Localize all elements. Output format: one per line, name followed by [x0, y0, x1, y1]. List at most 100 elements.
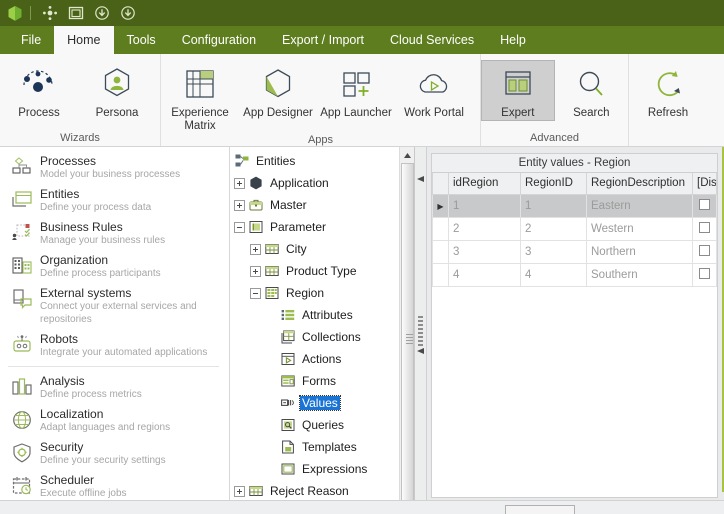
window-layout-icon[interactable]	[63, 3, 89, 23]
ribbon-button-work-portal[interactable]: Work Portal	[395, 60, 473, 120]
cell-regionid[interactable]: 4	[520, 262, 587, 287]
tree-expand-icon[interactable]	[234, 177, 245, 189]
ribbon-button-persona[interactable]: Persona	[78, 60, 156, 120]
ribbon-button-app-designer[interactable]: App Designer	[239, 60, 317, 120]
ribbon-button-process[interactable]: Process	[0, 60, 78, 120]
sidebar-item-title: Robots	[40, 332, 79, 346]
sidebar-item-business-rules[interactable]: Business Rules Manage your business rules	[0, 217, 229, 250]
cell-regiondescription[interactable]: Western	[586, 216, 693, 241]
import-icon[interactable]	[115, 3, 141, 23]
table-row[interactable]: 3 3 Northern	[432, 239, 717, 264]
cell-idregion[interactable]: 3	[448, 239, 521, 264]
disabled-checkbox[interactable]	[699, 221, 710, 233]
cell-regionid[interactable]: 2	[520, 216, 587, 241]
cell-disabled[interactable]	[692, 239, 717, 264]
scroll-up-arrow-icon[interactable]	[399, 147, 414, 163]
sidebar-item-organization[interactable]: Organization Define process participants	[0, 250, 229, 283]
splitter-collapse-down-icon[interactable]	[417, 347, 424, 356]
cell-regiondescription[interactable]: Southern	[586, 262, 693, 287]
cell-idregion[interactable]: 4	[448, 262, 521, 287]
column-header-idregion[interactable]: idRegion	[448, 173, 521, 195]
tree-node-parameter[interactable]: Parameter	[230, 216, 399, 238]
tree-node-templates[interactable]: Templates	[230, 436, 399, 458]
scrollbar-track[interactable]	[399, 163, 414, 514]
ribbon-button-expert[interactable]: Expert	[481, 60, 555, 121]
tree-collapse-icon[interactable]	[250, 287, 261, 299]
cell-regiondescription[interactable]: Eastern	[586, 193, 693, 218]
tree-collapse-icon[interactable]	[234, 221, 245, 233]
row-indicator-cell[interactable]	[432, 239, 449, 264]
column-header-regiondescription[interactable]: RegionDescription	[586, 173, 693, 195]
tree-node-attributes[interactable]: Attributes	[230, 304, 399, 326]
disabled-checkbox[interactable]	[699, 267, 710, 279]
scrollbar-thumb[interactable]	[400, 163, 414, 514]
tree-node-master[interactable]: Master	[230, 194, 399, 216]
tree-node-values[interactable]: Values	[230, 392, 399, 414]
sidebar-item-entities[interactable]: Entities Define your process data	[0, 184, 229, 217]
column-header-disabled[interactable]: [Disabled]	[692, 173, 717, 195]
entity-values-title: Entity values - Region	[432, 154, 717, 173]
tree-node-label: Forms	[302, 374, 336, 388]
sidebar-item-localization[interactable]: Localization Adapt languages and regions	[0, 404, 229, 437]
menu-tab-configuration[interactable]: Configuration	[169, 26, 269, 54]
menu-tab-export-import[interactable]: Export / Import	[269, 26, 377, 54]
cell-regionid[interactable]: 3	[520, 239, 587, 264]
tree-node-product-type[interactable]: Product Type	[230, 260, 399, 282]
tree-node-forms[interactable]: Forms	[230, 370, 399, 392]
entity-values-panel: Entity values - Region idRegion RegionID…	[427, 147, 724, 514]
tree-node-queries[interactable]: Queries	[230, 414, 399, 436]
menu-tab-home[interactable]: Home	[54, 26, 114, 54]
cell-disabled[interactable]	[692, 216, 717, 241]
ribbon-button-search[interactable]: Search	[555, 60, 628, 120]
table-row[interactable]: 2 2 Western	[432, 216, 717, 241]
disabled-checkbox[interactable]	[699, 244, 710, 256]
cell-regionid[interactable]: 1	[520, 193, 587, 218]
splitter-collapse-up-icon[interactable]	[417, 175, 424, 184]
entities-tree[interactable]: Entities Application Master Parameter City Pr…	[230, 147, 399, 514]
tree-node-application[interactable]: Application	[230, 172, 399, 194]
table-row[interactable]: ▶ 1 1 Eastern	[432, 193, 717, 218]
tree-node-entities-root[interactable]: Entities	[230, 150, 399, 172]
tree-node-region[interactable]: Region	[230, 282, 399, 304]
tree-vertical-scrollbar[interactable]	[399, 147, 414, 514]
row-indicator-cell[interactable]: ▶	[432, 193, 449, 218]
menu-tab-file[interactable]: File	[8, 26, 54, 54]
panel-splitter[interactable]	[415, 147, 427, 514]
row-indicator-cell[interactable]	[432, 216, 449, 241]
tree-node-actions[interactable]: Actions	[230, 348, 399, 370]
menu-tab-help[interactable]: Help	[487, 26, 539, 54]
cell-disabled[interactable]	[692, 193, 717, 218]
table-row[interactable]: 4 4 Southern	[432, 262, 717, 287]
download-icon[interactable]	[89, 3, 115, 23]
tree-expand-icon[interactable]	[250, 243, 261, 255]
tree-node-collections[interactable]: Collections	[230, 326, 399, 348]
tree-expand-icon[interactable]	[234, 485, 245, 497]
column-header-regionid[interactable]: RegionID	[520, 173, 587, 195]
sidebar-item-processes[interactable]: Processes Model your business processes	[0, 151, 229, 184]
sidebar-item-analysis[interactable]: Analysis Define process metrics	[0, 371, 229, 404]
publish-icon[interactable]	[37, 3, 63, 23]
sidebar-item-robots[interactable]: Robots Integrate your automated applicati…	[0, 329, 229, 362]
tree-node-city[interactable]: City	[230, 238, 399, 260]
ribbon-button-search-label: Search	[573, 107, 610, 119]
sidebar-item-scheduler[interactable]: Scheduler Execute offline jobs	[0, 470, 229, 503]
cell-idregion[interactable]: 2	[448, 216, 521, 241]
ribbon-button-refresh[interactable]: Refresh	[629, 60, 707, 120]
ribbon-button-experience-matrix[interactable]: Experience Matrix	[161, 60, 239, 133]
entity-values-table[interactable]: idRegion RegionID RegionDescription [Dis…	[432, 173, 717, 287]
tree-node-label: Entities	[256, 154, 296, 168]
cell-idregion[interactable]: 1	[448, 193, 521, 218]
ribbon-button-app-launcher[interactable]: App Launcher	[317, 60, 395, 120]
sidebar-item-external-systems[interactable]: External systems Connect your external se…	[0, 283, 229, 329]
menu-tab-tools[interactable]: Tools	[114, 26, 169, 54]
tree-expand-icon[interactable]	[234, 199, 245, 211]
tree-node-reject-reason[interactable]: Reject Reason	[230, 480, 399, 502]
tree-node-expressions[interactable]: Expressions	[230, 458, 399, 480]
cell-disabled[interactable]	[692, 262, 717, 287]
row-indicator-cell[interactable]	[432, 262, 449, 287]
sidebar-item-security[interactable]: Security Define your security settings	[0, 437, 229, 470]
disabled-checkbox[interactable]	[699, 198, 710, 210]
tree-expand-icon[interactable]	[250, 265, 261, 277]
cell-regiondescription[interactable]: Northern	[586, 239, 693, 264]
menu-tab-cloud-services[interactable]: Cloud Services	[377, 26, 487, 54]
